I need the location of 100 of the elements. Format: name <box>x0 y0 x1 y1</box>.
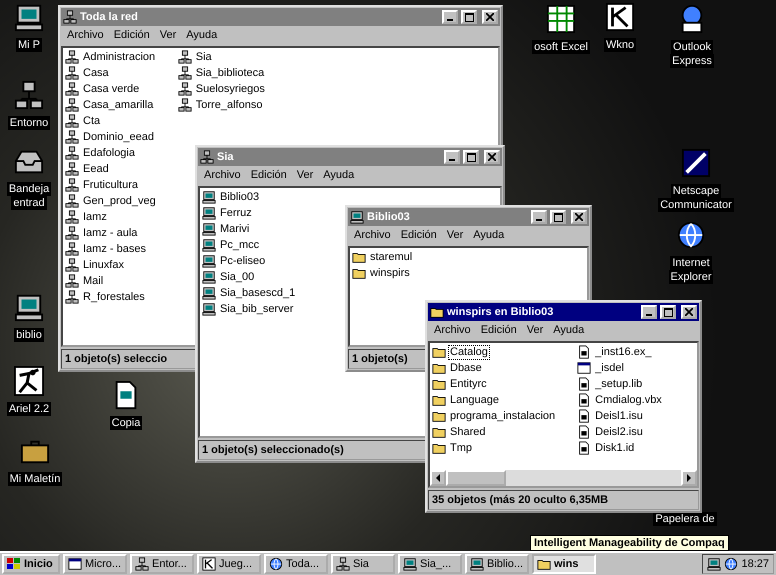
list-item[interactable]: Cmdialog.vbx <box>593 392 664 408</box>
menu-item[interactable]: Ayuda <box>473 228 504 242</box>
desktop-icon-label[interactable]: Ariel 2.2 <box>6 402 52 416</box>
computer-icon[interactable] <box>14 292 44 322</box>
list-item[interactable]: Casa <box>81 66 111 80</box>
list-item[interactable]: Language <box>448 392 501 408</box>
list-item[interactable]: Iamz - aula <box>81 226 140 240</box>
maximize-button[interactable] <box>660 305 676 319</box>
taskbar-button[interactable]: Micro... <box>63 554 127 574</box>
list-item[interactable]: winspirs <box>368 266 412 280</box>
list-item[interactable]: Casa_amarilla <box>81 98 156 112</box>
list-item[interactable]: Torre_alfonso <box>194 98 264 112</box>
desktop-icon-label[interactable]: Internet <box>670 256 712 270</box>
horizontal-scrollbar[interactable] <box>430 470 697 486</box>
taskbar-button[interactable]: Sia_... <box>398 554 462 574</box>
start-button[interactable]: Inicio <box>2 554 60 574</box>
desktop-icon-label[interactable]: Communicator <box>658 198 734 212</box>
desktop-icon-label[interactable]: Outlook <box>671 40 713 54</box>
list-item[interactable]: Dbase <box>448 360 484 376</box>
list-item[interactable]: Casa verde <box>81 82 142 96</box>
minimize-button[interactable] <box>641 305 657 319</box>
menu-item[interactable]: Ver <box>296 168 314 182</box>
square-logo-icon[interactable] <box>681 148 711 178</box>
list-item[interactable]: Deisl2.isu <box>593 424 645 440</box>
list-item[interactable]: Edafologia <box>81 146 137 160</box>
list-item[interactable]: Cta <box>81 114 102 128</box>
computer-icon[interactable] <box>14 2 44 32</box>
desktop-icon-label[interactable]: biblio <box>14 328 44 342</box>
list-item[interactable]: Entityrc <box>448 376 489 392</box>
globe-icon[interactable] <box>676 220 706 250</box>
list-item[interactable]: Dominio_eead <box>81 130 156 144</box>
desktop-icon-label[interactable]: osoft Excel <box>532 40 590 54</box>
menu-item[interactable]: Edición <box>480 323 517 337</box>
desktop-icon-label[interactable]: Bandeja <box>6 182 52 196</box>
list-item[interactable]: Sia <box>194 50 214 64</box>
desktop-icon-label[interactable]: Explorer <box>668 270 714 284</box>
desktop-icon-label[interactable]: Mi Maletín <box>8 472 62 486</box>
menu-item[interactable]: Ayuda <box>553 323 584 337</box>
list-item[interactable]: Linuxfax <box>81 258 126 272</box>
network-icon[interactable] <box>14 80 44 110</box>
list-item[interactable]: Sia_biblioteca <box>194 66 266 80</box>
globe-icon[interactable] <box>724 557 738 571</box>
list-item[interactable]: _isdel <box>593 360 626 376</box>
list-item[interactable]: staremul <box>368 250 414 264</box>
list-item[interactable]: Sia_basescd_1 <box>218 286 298 300</box>
close-button[interactable] <box>681 305 697 319</box>
desktop-icon-label[interactable]: Wkno <box>604 38 636 52</box>
list-item[interactable]: Suelosyriegos <box>194 82 267 96</box>
desktop-icon-label[interactable]: Copia <box>110 416 142 430</box>
list-item[interactable]: Pc-eliseo <box>218 254 268 268</box>
menu-item[interactable]: Archivo <box>204 168 241 182</box>
list-item[interactable]: Disk1.id <box>593 440 636 456</box>
list-item[interactable]: Pc_mcc <box>218 238 262 252</box>
list-item[interactable]: Fruticultura <box>81 178 140 192</box>
desktop-icon-label[interactable]: Mi P <box>16 38 42 52</box>
desktop-icon-label[interactable]: Entorno <box>8 116 50 130</box>
list-item[interactable]: Eead <box>81 162 111 176</box>
list-item[interactable]: Ferruz <box>218 206 254 220</box>
list-item[interactable]: Shared <box>448 424 488 440</box>
menu-item[interactable]: Edición <box>400 228 437 242</box>
list-item[interactable]: Catalog <box>448 344 490 360</box>
taskbar-button[interactable]: Entor... <box>130 554 194 574</box>
scroll-right-button[interactable] <box>681 470 697 486</box>
list-item[interactable]: Administracion <box>81 50 158 64</box>
list-item[interactable]: Sia_bib_server <box>218 302 296 316</box>
menu-item[interactable]: Edición <box>114 28 150 42</box>
menu-item[interactable]: Ayuda <box>323 168 354 182</box>
list-item[interactable]: Deisl1.isu <box>593 408 645 424</box>
menu-item[interactable]: Ayuda <box>186 28 218 42</box>
spreadsheet-icon[interactable] <box>546 4 576 34</box>
running-figure-icon[interactable] <box>14 366 44 396</box>
list-item[interactable]: _inst16.ex_ <box>593 344 654 360</box>
taskbar-button[interactable]: Sia <box>331 554 395 574</box>
computer-icon[interactable] <box>707 557 722 571</box>
list-item[interactable]: Iamz <box>81 210 109 224</box>
menu-item[interactable]: Archivo <box>354 228 391 242</box>
list-item[interactable]: Tmp <box>448 440 474 456</box>
list-item[interactable]: Mail <box>81 274 106 288</box>
menu-item[interactable]: Ver <box>446 228 464 242</box>
menu-item[interactable]: Edición <box>250 168 287 182</box>
list-item[interactable]: programa_instalacion <box>448 408 558 424</box>
application-icon[interactable] <box>605 2 635 32</box>
desktop-icon-label[interactable]: Netscape <box>670 184 722 198</box>
menu-item[interactable]: Archivo <box>67 28 104 42</box>
list-item[interactable]: Iamz - bases <box>81 242 148 256</box>
desktop-icon-label[interactable]: Papelera de <box>653 512 717 526</box>
taskbar-button[interactable]: wins <box>532 554 596 574</box>
taskbar-button[interactable]: Jueg... <box>197 554 261 574</box>
list-item[interactable]: R_forestales <box>81 290 147 304</box>
taskbar-button[interactable]: Toda... <box>264 554 328 574</box>
menu-item[interactable]: Ver <box>526 323 544 337</box>
menu-item[interactable]: Ver <box>160 28 176 42</box>
desktop-icon-label[interactable]: Express <box>670 54 714 68</box>
list-item[interactable]: Gen_prod_veg <box>81 194 158 208</box>
list-item[interactable]: _setup.lib <box>593 376 644 392</box>
desktop-icon-label[interactable]: entrad <box>11 196 47 210</box>
taskbar-button[interactable]: Biblio... <box>465 554 529 574</box>
scroll-thumb[interactable] <box>446 470 506 486</box>
list-item[interactable]: Biblio03 <box>218 190 262 204</box>
menu-item[interactable]: Archivo <box>434 323 471 337</box>
